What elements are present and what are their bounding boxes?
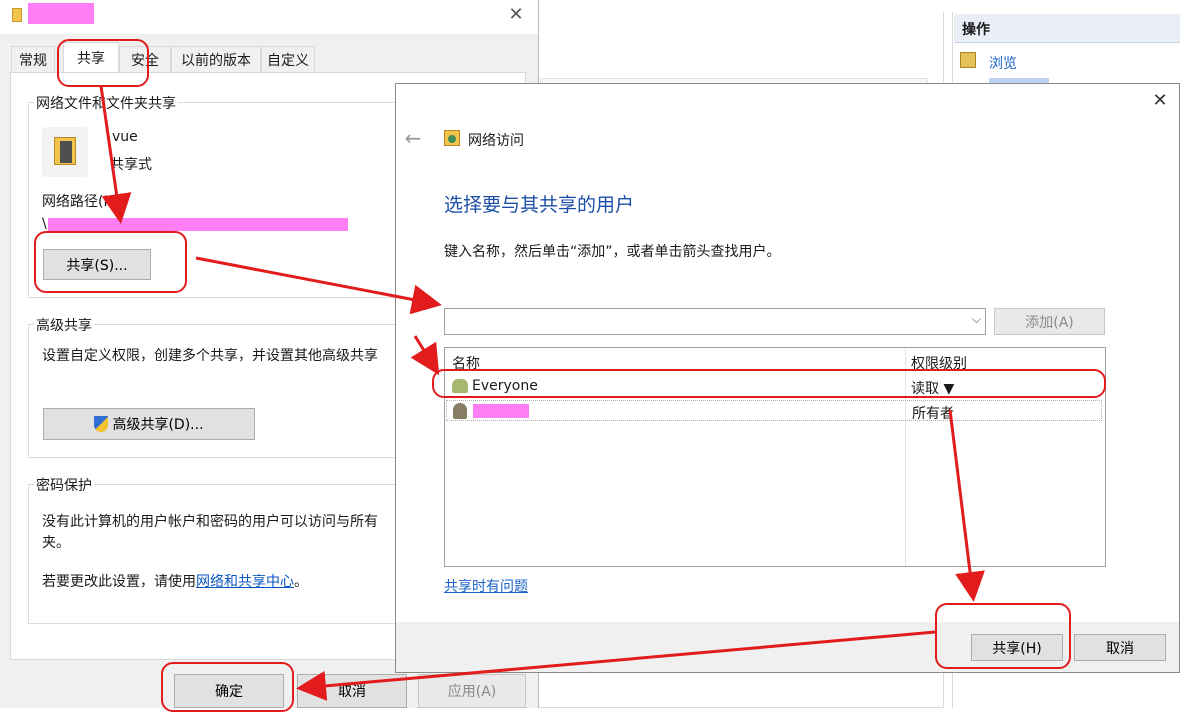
- dialog-heading: 选择要与其共享的用户: [444, 194, 635, 216]
- folder-small-icon: [12, 8, 22, 22]
- password-text-line1: 没有此计算机的用户帐户和密码的用户可以访问与所有: [42, 514, 378, 530]
- password-text-line2: 夹。: [42, 535, 70, 551]
- folder-share-status: 共享式: [110, 157, 152, 173]
- title-redacted: [28, 3, 94, 24]
- annotation-ok-button: [161, 662, 294, 712]
- advanced-sharing-button-label: 高级共享(D)...: [112, 417, 204, 433]
- chevron-down-icon[interactable]: ⌵: [972, 312, 981, 327]
- advanced-sharing-button[interactable]: 高级共享(D)...: [43, 408, 255, 440]
- dialog-instruction: 键入名称，然后单击“添加”，或者单击箭头查找用户。: [444, 244, 781, 260]
- browse-link[interactable]: 浏览: [989, 53, 1017, 73]
- owner-permission-level: 所有者: [912, 406, 954, 422]
- owner-name-redacted: [473, 404, 529, 418]
- advanced-sharing-title: 高级共享: [34, 315, 94, 335]
- password-text-line3: 若要更改此设置，请使用网络和共享中心。: [42, 571, 308, 591]
- user-icon: [453, 403, 467, 419]
- annotation-share-confirm: [935, 603, 1071, 669]
- network-path-label: 网络路径(N):: [42, 194, 125, 210]
- network-users-icon: [444, 130, 460, 146]
- network-sharing-title: 网络文件和文件夹共享: [34, 93, 178, 113]
- dialog-cancel-button[interactable]: 取消: [1074, 634, 1166, 661]
- back-arrow-icon[interactable]: ←: [402, 127, 424, 149]
- folder-name: vue: [112, 129, 138, 145]
- add-button[interactable]: 添加(A): [994, 308, 1105, 335]
- close-icon[interactable]: ✕: [505, 4, 527, 26]
- tab-previous-versions[interactable]: 以前的版本: [171, 46, 261, 72]
- browse-icon: [960, 52, 976, 68]
- tab-customize[interactable]: 自定义: [261, 46, 315, 72]
- network-path-value: \: [42, 216, 47, 232]
- table-row[interactable]: 所有者: [446, 400, 1102, 422]
- actions-panel-title: 操作: [962, 22, 990, 38]
- sharing-problems-link[interactable]: 共享时有问题: [444, 576, 528, 596]
- password-text-suffix: 。: [294, 574, 308, 590]
- annotation-tab-sharing: [57, 39, 149, 87]
- apply-button[interactable]: 应用(A): [418, 674, 526, 708]
- user-name-input[interactable]: [449, 312, 963, 332]
- password-text-prefix: 若要更改此设置，请使用: [42, 574, 196, 590]
- advanced-sharing-description: 设置自定义权限，创建多个共享，并设置其他高级共享: [42, 348, 378, 364]
- dialog-header-title: 网络访问: [468, 133, 524, 149]
- user-name-combobox[interactable]: ⌵: [444, 308, 986, 335]
- cancel-button[interactable]: 取消: [297, 674, 407, 708]
- uac-shield-icon: [94, 416, 109, 432]
- password-protection-title: 密码保护: [34, 475, 94, 495]
- password-protection-group: [28, 484, 408, 624]
- dialog-close-icon[interactable]: ✕: [1149, 90, 1171, 112]
- network-path-redacted: [48, 218, 348, 231]
- network-sharing-center-link[interactable]: 网络和共享中心: [196, 574, 294, 590]
- shared-folder-icon: [42, 127, 88, 177]
- tab-general[interactable]: 常规: [11, 46, 55, 72]
- annotation-everyone-row: [432, 369, 1106, 398]
- annotation-share-button: [34, 231, 187, 293]
